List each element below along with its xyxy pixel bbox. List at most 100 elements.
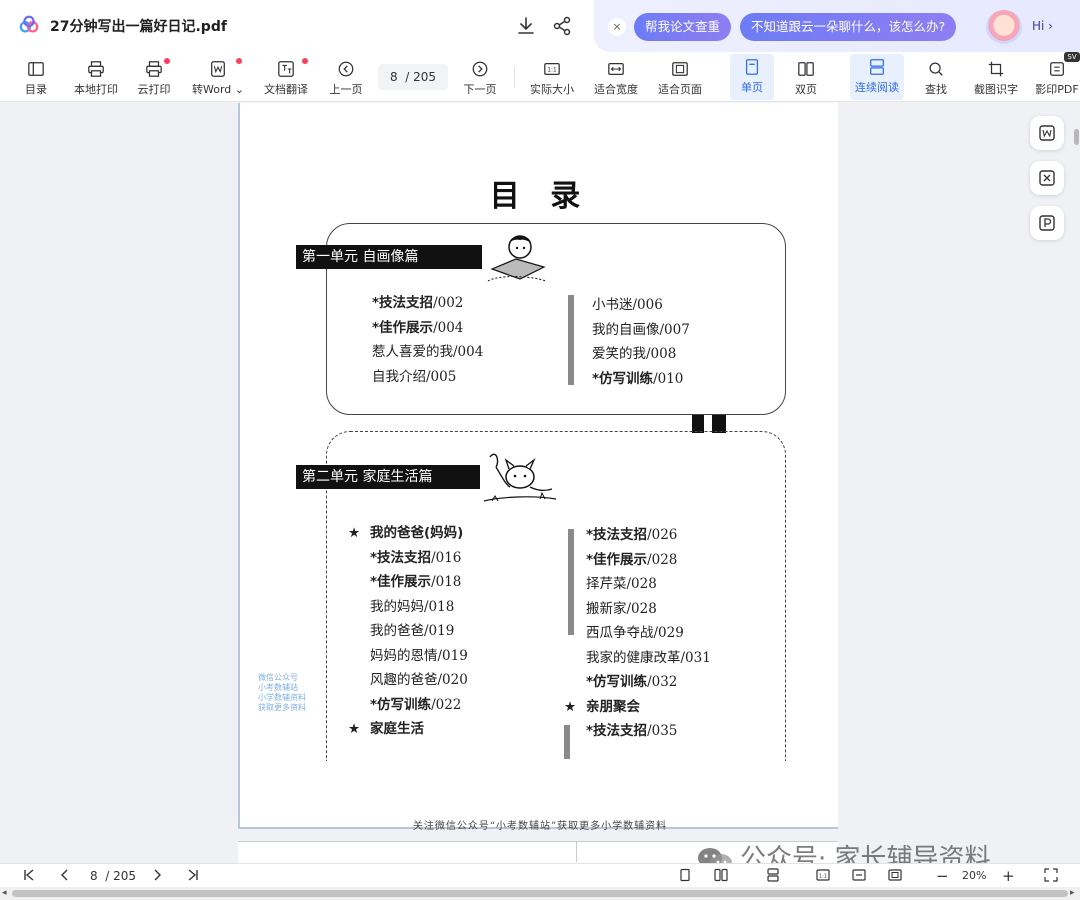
double-page-label: 双页 [795,83,817,96]
cat-illustration [483,453,557,502]
scroll-right-arrow[interactable]: ▸ [1070,888,1075,898]
scan-pdf-button[interactable]: 影印PDF [1034,56,1080,98]
svg-text:1:1: 1:1 [819,874,827,880]
last-page-button[interactable] [186,868,200,884]
toc-entry: 我的自画像/007 [592,321,690,338]
translate-label: 文档翻译 [264,83,308,96]
bottom-single-page-button[interactable] [678,868,692,884]
bottom-double-page-button[interactable] [714,868,728,884]
bottom-page-indicator[interactable]: 8 / 205 [90,868,136,884]
continuous-scroll-icon [870,59,884,75]
toc-entry: *技法支招/016 [370,549,462,566]
zoom-in-button[interactable]: + [1002,868,1015,884]
toc-entry: *技法支招/035 [586,723,678,739]
new-badge-dot [236,58,242,64]
double-page-button[interactable]: 双页 [786,56,826,98]
pdf-page: 目 录 第一单元 自画像篇 *技法支招/002 *佳作展示/004 惹人喜爱的我/0… [238,103,838,832]
title-bar: 27分钟写出一篇好日记.pdf × 帮我论文查重 不知道跟云一朵聊什么，该怎么办… [0,0,1080,52]
fit-width-label: 适合宽度 [594,83,638,96]
new-badge-dot [164,58,170,64]
unit2-heading: 第二单元 家庭生活篇 [296,465,480,489]
next-page-button[interactable]: 下一页 [460,56,500,98]
boy-reading-illustration [487,235,547,282]
actual-size-button[interactable]: 1:1 实际大小 [528,56,576,98]
share-icon[interactable] [550,14,574,38]
ai-promo-banner: × 帮我论文查重 不知道跟云一朵聊什么，该怎么办? Hi › [594,0,1080,52]
horizontal-scrollbar[interactable]: ◂ ▸ [0,887,1080,900]
chevron-right-circle-icon [472,61,488,77]
bottom-prev-page-button[interactable] [58,868,72,884]
cloud-logo-icon [19,15,39,33]
floating-word-button[interactable] [1030,116,1064,150]
toc-entry: 我的爸爸/019 [370,623,455,639]
double-page-icon [714,868,728,882]
thesis-check-button[interactable]: 帮我论文查重 [634,13,732,41]
download-icon[interactable] [514,14,538,38]
zoom-level[interactable]: 20% [962,868,986,884]
bottom-fit-page-button[interactable] [888,868,902,884]
first-page-button[interactable] [22,868,36,884]
toc-entry: 择芹菜/028 [586,576,657,592]
ppt-convert-icon [1039,215,1055,231]
fit-width-button[interactable]: 适合宽度 [592,56,640,98]
screenshot-ocr-label: 截图识字 [974,83,1018,96]
prev-page-label: 上一页 [329,83,363,96]
scroll-left-arrow[interactable]: ◂ [2,888,7,898]
fit-page-icon [672,62,688,76]
first-page-icon [24,869,34,881]
horizontal-scroll-thumb[interactable] [12,890,1068,897]
prev-page-button[interactable]: 上一页 [326,56,366,98]
page-number-input[interactable]: 8 / 205 [378,64,448,90]
find-button[interactable]: 查找 [916,56,956,98]
toc-entry: 自我介绍/005 [372,368,457,385]
toc-entry: 我的妈妈/018 [370,598,455,615]
screenshot-ocr-button[interactable]: 截图识字 [970,56,1022,98]
to-word-button[interactable]: 转Word ⌄ [190,56,246,98]
bottom-status-bar: 8 / 205 1:1 − 20% + [0,863,1080,887]
continuous-reading-label: 连续阅读 [855,81,899,94]
column-divider-bar [568,529,574,635]
star-icon: ★ [348,525,361,541]
unit1-heading: 第一单元 自画像篇 [296,245,482,269]
to-word-label: 转Word ⌄ [192,83,244,96]
local-print-button[interactable]: 本地打印 [70,56,122,98]
floating-ppt-button[interactable] [1030,206,1064,240]
column-divider-bar [568,295,574,385]
fit-page-button[interactable]: 适合页面 [656,56,704,98]
floating-excel-button[interactable] [1030,161,1064,195]
ai-chat-suggestion-button[interactable]: 不知道跟云一朵聊什么，该怎么办? [740,13,957,41]
scan-pdf-label: 影印PDF [1035,83,1079,96]
column-divider-bar [564,725,570,759]
single-page-button[interactable]: 单页 [730,54,774,100]
unit2-right-column: *技法支招/026 *佳作展示/028 择芹菜/028 搬新家/028 西瓜争夺战/02… [564,523,711,744]
bottom-actual-size-button[interactable]: 1:1 [816,868,830,884]
fullscreen-button[interactable] [1044,868,1058,884]
toolbar-divider [514,66,515,88]
zoom-out-button[interactable]: − [936,868,949,884]
document-viewport[interactable]: 目 录 第一单元 自画像篇 *技法支招/002 *佳作展示/004 惹人喜爱的我/0… [0,103,1080,863]
single-page-label: 单页 [741,81,763,94]
toc-entry: *仿写训练/010 [592,370,684,387]
bottom-fit-width-button[interactable] [852,868,866,884]
cloud-print-label: 云打印 [137,83,171,96]
vertical-scrollbar[interactable] [1074,129,1079,145]
toc-entry: *技法支招/026 [586,527,678,543]
toc-entry: *技法支招/002 [372,295,464,311]
fit-width-icon [608,62,624,76]
cloud-print-button[interactable]: 云打印 [134,56,174,98]
toc-entry: 西瓜争夺战/029 [586,625,684,641]
actual-size-icon: 1:1 [544,62,560,76]
toc-entry: *仿写训练/022 [370,696,462,713]
fit-width-icon [852,869,866,881]
assistant-hi-link[interactable]: Hi › [1032,19,1053,33]
assistant-avatar[interactable] [986,10,1022,44]
fullscreen-icon [1044,868,1058,882]
document-title: 27分钟写出一篇好日记.pdf [50,19,227,35]
chevron-left-circle-icon [338,61,354,77]
bottom-continuous-button[interactable] [766,868,780,884]
promo-close-button[interactable]: × [608,18,626,36]
translate-button[interactable]: 文档翻译 [262,56,310,98]
toc-button[interactable]: 目录 [16,56,56,98]
bottom-next-page-button[interactable] [150,868,164,884]
continuous-reading-button[interactable]: 连续阅读 [850,54,904,100]
